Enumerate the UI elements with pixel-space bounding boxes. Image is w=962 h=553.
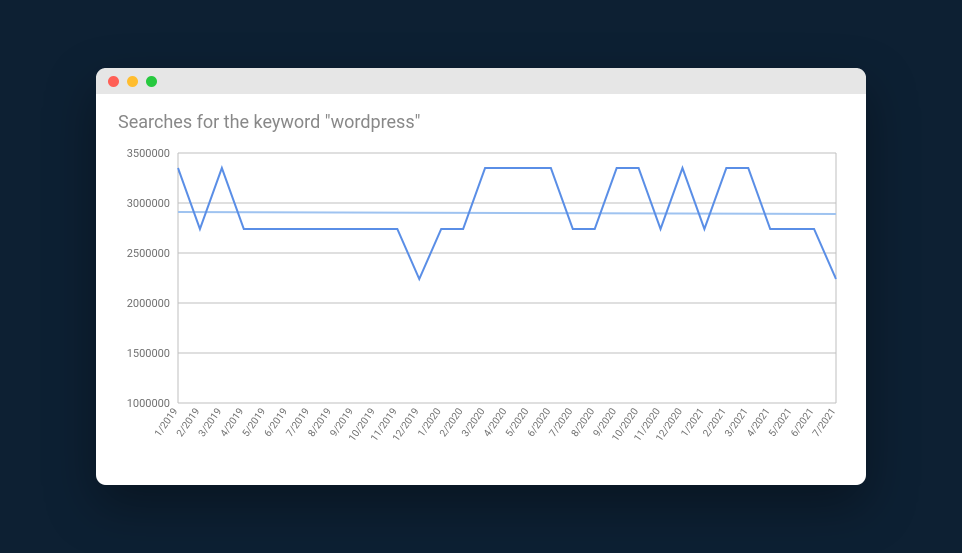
minimize-icon[interactable]: [127, 76, 138, 87]
chart-svg: 1000000 1500000 2000000 2500000 3000000 35000…: [116, 143, 846, 463]
chart-title: Searches for the keyword "wordpress": [118, 112, 846, 133]
close-icon[interactable]: [108, 76, 119, 87]
zoom-icon[interactable]: [146, 76, 157, 87]
chart-content: Searches for the keyword "wordpress" 100…: [96, 94, 866, 485]
chart-plot: 1000000 1500000 2000000 2500000 3000000 35000…: [116, 143, 846, 463]
y-axis-tick: 2500000: [127, 247, 170, 260]
y-axis-tick: 1000000: [127, 397, 170, 410]
y-axis-tick: 3000000: [127, 197, 170, 210]
chart-window: Searches for the keyword "wordpress" 100…: [96, 68, 866, 485]
x-axis-tick: 7/2021: [811, 406, 838, 439]
window-titlebar: [96, 68, 866, 94]
series-line: [178, 168, 836, 279]
y-axis-tick: 1500000: [127, 347, 170, 360]
y-axis-tick: 3500000: [127, 147, 170, 160]
y-axis-tick: 2000000: [127, 297, 170, 310]
